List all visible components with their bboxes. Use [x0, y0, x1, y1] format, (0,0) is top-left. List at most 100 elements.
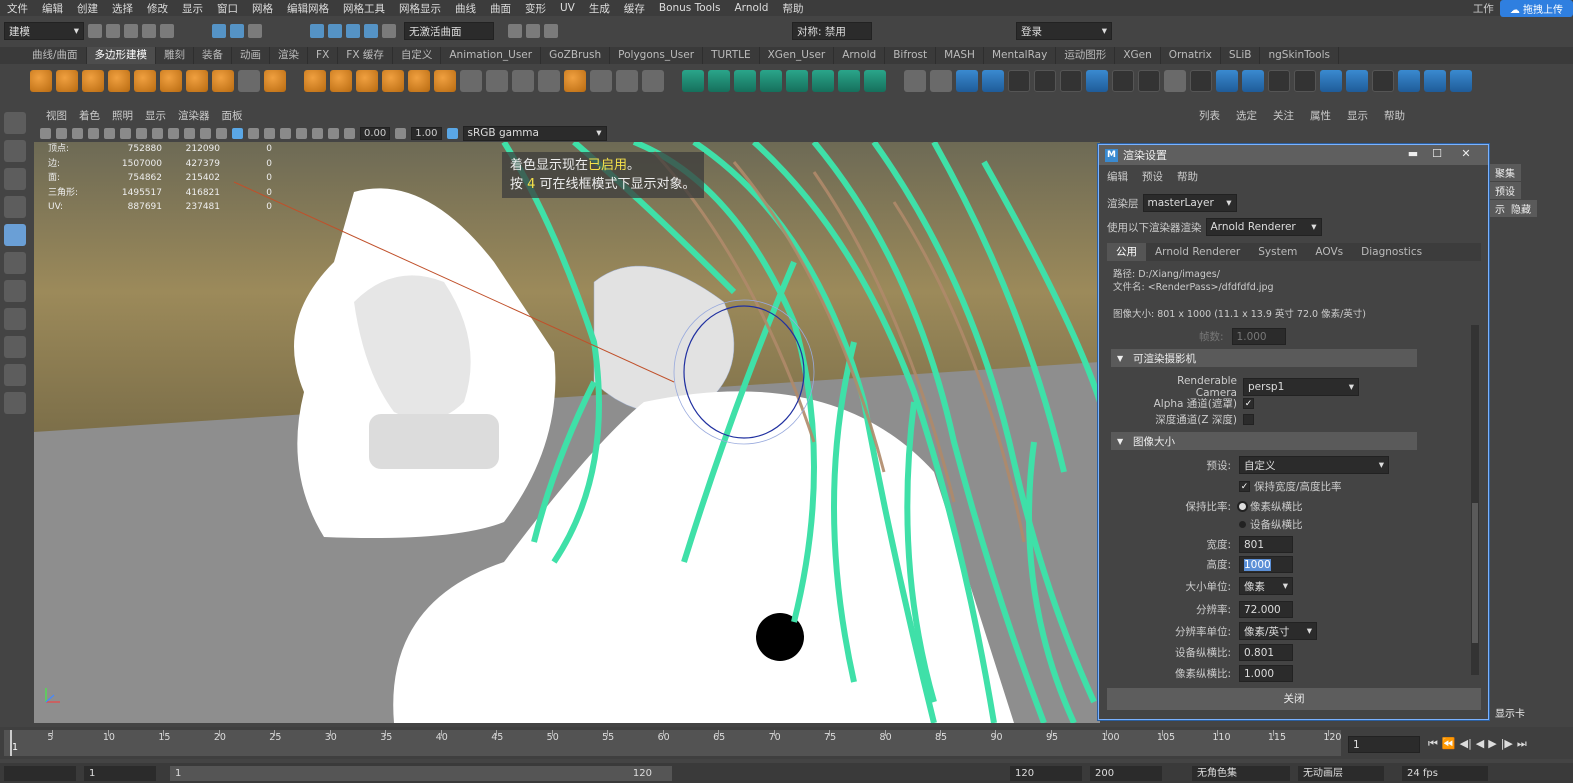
- shelf-tab[interactable]: Polygons_User: [610, 47, 704, 64]
- renderer-dropdown[interactable]: Arnold Renderer ▾: [1205, 218, 1322, 236]
- shelf-tab[interactable]: 动画: [232, 47, 271, 64]
- shelf-tool-icon[interactable]: [108, 70, 130, 92]
- shelf-tool-icon[interactable]: [1450, 70, 1472, 92]
- shelf-tool-icon[interactable]: [642, 70, 664, 92]
- play-forward-icon[interactable]: ▶: [1488, 737, 1496, 751]
- shelf-tool-icon[interactable]: [408, 70, 430, 92]
- range-start-field[interactable]: 1: [84, 766, 156, 781]
- image-plane-icon[interactable]: [88, 127, 99, 139]
- viewport-menu-item[interactable]: 照明: [106, 108, 139, 123]
- shelf-tool-icon[interactable]: [434, 70, 456, 92]
- playhead[interactable]: [10, 730, 12, 756]
- channel-box-menu-item[interactable]: 帮助: [1376, 108, 1413, 123]
- redo-icon[interactable]: [160, 24, 174, 38]
- shelf-tool-icon[interactable]: [1372, 70, 1394, 92]
- isolate-icon[interactable]: [312, 127, 323, 139]
- camera-dropdown[interactable]: persp1 ▾: [1243, 378, 1359, 396]
- save-scene-icon[interactable]: [124, 24, 138, 38]
- keep-ratio-checkbox[interactable]: ✓: [1239, 481, 1250, 492]
- close-icon[interactable]: ✕: [1457, 147, 1475, 161]
- render-settings-tab[interactable]: Arnold Renderer: [1146, 243, 1249, 261]
- shelf-tool-icon[interactable]: [682, 70, 704, 92]
- shelf-tab[interactable]: 渲染: [270, 47, 309, 64]
- shelf-tool-icon[interactable]: [1138, 70, 1160, 92]
- minimize-icon[interactable]: ▬: [1404, 147, 1422, 161]
- shelf-tool-icon[interactable]: [1034, 70, 1056, 92]
- camera-attrs-icon[interactable]: [56, 127, 67, 139]
- bookmark-icon[interactable]: [72, 127, 83, 139]
- shelf-tab[interactable]: FX: [308, 47, 339, 64]
- pixel-aspect-field[interactable]: 1.000: [1239, 665, 1293, 682]
- shelf-tool-icon[interactable]: [56, 70, 78, 92]
- render-settings-tab[interactable]: AOVs: [1306, 243, 1352, 261]
- shelf-tool-icon[interactable]: [1424, 70, 1446, 92]
- shelf-tool-icon[interactable]: [838, 70, 860, 92]
- go-to-start-icon[interactable]: ⏮: [1428, 737, 1438, 751]
- shelf-tool-icon[interactable]: [616, 70, 638, 92]
- login-dropdown[interactable]: 登录 ▾: [1016, 22, 1112, 40]
- wireframe-icon[interactable]: [216, 127, 227, 139]
- textured-icon[interactable]: [248, 127, 259, 139]
- shelf-tool-icon[interactable]: [134, 70, 156, 92]
- render-settings-menu-item[interactable]: 预设: [1142, 169, 1163, 184]
- menu-item[interactable]: 显示: [175, 1, 210, 16]
- channel-box-menu-item[interactable]: 显示: [1339, 108, 1376, 123]
- shelf-tool-icon[interactable]: [1320, 70, 1342, 92]
- shelf-tool-icon[interactable]: [1060, 70, 1082, 92]
- shelf-tab[interactable]: Bifrost: [885, 47, 937, 64]
- shelf-tool-icon[interactable]: [304, 70, 326, 92]
- shelf-tool-icon[interactable]: [160, 70, 182, 92]
- hide-button[interactable]: 隐藏: [1505, 200, 1537, 217]
- select-by-object-icon[interactable]: [230, 24, 244, 38]
- menu-item[interactable]: 编辑网格: [280, 1, 336, 16]
- res-unit-dropdown[interactable]: 像素/英寸 ▾: [1239, 622, 1317, 640]
- shelf-tab[interactable]: MentalRay: [984, 47, 1057, 64]
- play-backward-icon[interactable]: ◀: [1476, 737, 1484, 751]
- shelf-tab[interactable]: SLiB: [1221, 47, 1261, 64]
- menu-item[interactable]: 缓存: [617, 1, 652, 16]
- menu-item[interactable]: 曲线: [448, 1, 483, 16]
- shelf-tool-icon[interactable]: [564, 70, 586, 92]
- scale-tool-icon[interactable]: [4, 252, 26, 274]
- viewport-menu-item[interactable]: 视图: [40, 108, 73, 123]
- smooth-shade-icon[interactable]: [232, 127, 243, 139]
- menu-item[interactable]: 编辑: [35, 1, 70, 16]
- shelf-tool-icon[interactable]: [238, 70, 260, 92]
- preset-button[interactable]: 预设: [1489, 182, 1521, 199]
- scrollbar-thumb[interactable]: [1472, 503, 1478, 643]
- grid-icon[interactable]: [104, 127, 115, 139]
- menu-item[interactable]: 窗口: [210, 1, 245, 16]
- colorspace-dropdown[interactable]: sRGB gamma ▾: [462, 125, 607, 141]
- single-view-icon[interactable]: [4, 308, 26, 330]
- focus-button[interactable]: 聚集: [1489, 164, 1521, 181]
- go-to-end-icon[interactable]: ⏭: [1517, 737, 1527, 751]
- shelf-tool-icon[interactable]: [264, 70, 286, 92]
- preset-dropdown[interactable]: 自定义 ▾: [1239, 456, 1389, 474]
- lighting-icon[interactable]: [264, 127, 275, 139]
- shelf-tab[interactable]: Arnold: [834, 47, 886, 64]
- move-tool-icon[interactable]: [4, 196, 26, 218]
- range-end-field[interactable]: 120: [1010, 766, 1082, 781]
- menu-item[interactable]: Arnold: [728, 2, 776, 14]
- shelf-tab[interactable]: 雕刻: [156, 47, 195, 64]
- anim-end-field[interactable]: 200: [1090, 766, 1162, 781]
- menu-item[interactable]: UV: [553, 2, 582, 14]
- shelf-tool-icon[interactable]: [1268, 70, 1290, 92]
- menu-item[interactable]: 变形: [518, 1, 553, 16]
- shelf-tool-icon[interactable]: [82, 70, 104, 92]
- upload-button[interactable]: ☁ 拖拽上传: [1499, 0, 1573, 17]
- shelf-tool-icon[interactable]: [864, 70, 886, 92]
- viewport-menu-item[interactable]: 面板: [216, 108, 249, 123]
- menu-item[interactable]: 文件: [0, 1, 35, 16]
- range-bar[interactable]: 1 120: [170, 766, 672, 781]
- shelf-tool-icon[interactable]: [1008, 70, 1030, 92]
- shelf-tool-icon[interactable]: [812, 70, 834, 92]
- new-scene-icon[interactable]: [88, 24, 102, 38]
- render-settings-scrollbar[interactable]: [1471, 325, 1479, 675]
- shelf-tab[interactable]: ngSkinTools: [1260, 47, 1339, 64]
- channel-box-menu-item[interactable]: 列表: [1191, 108, 1228, 123]
- shelf-tool-icon[interactable]: [1346, 70, 1368, 92]
- shelf-tool-icon[interactable]: [538, 70, 560, 92]
- shelf-tool-icon[interactable]: [590, 70, 612, 92]
- time-ruler[interactable]: 5 10 15 20 25 30 35 40 45 50 55 60 65 70 75 80 85 90 95 100…: [4, 730, 1341, 756]
